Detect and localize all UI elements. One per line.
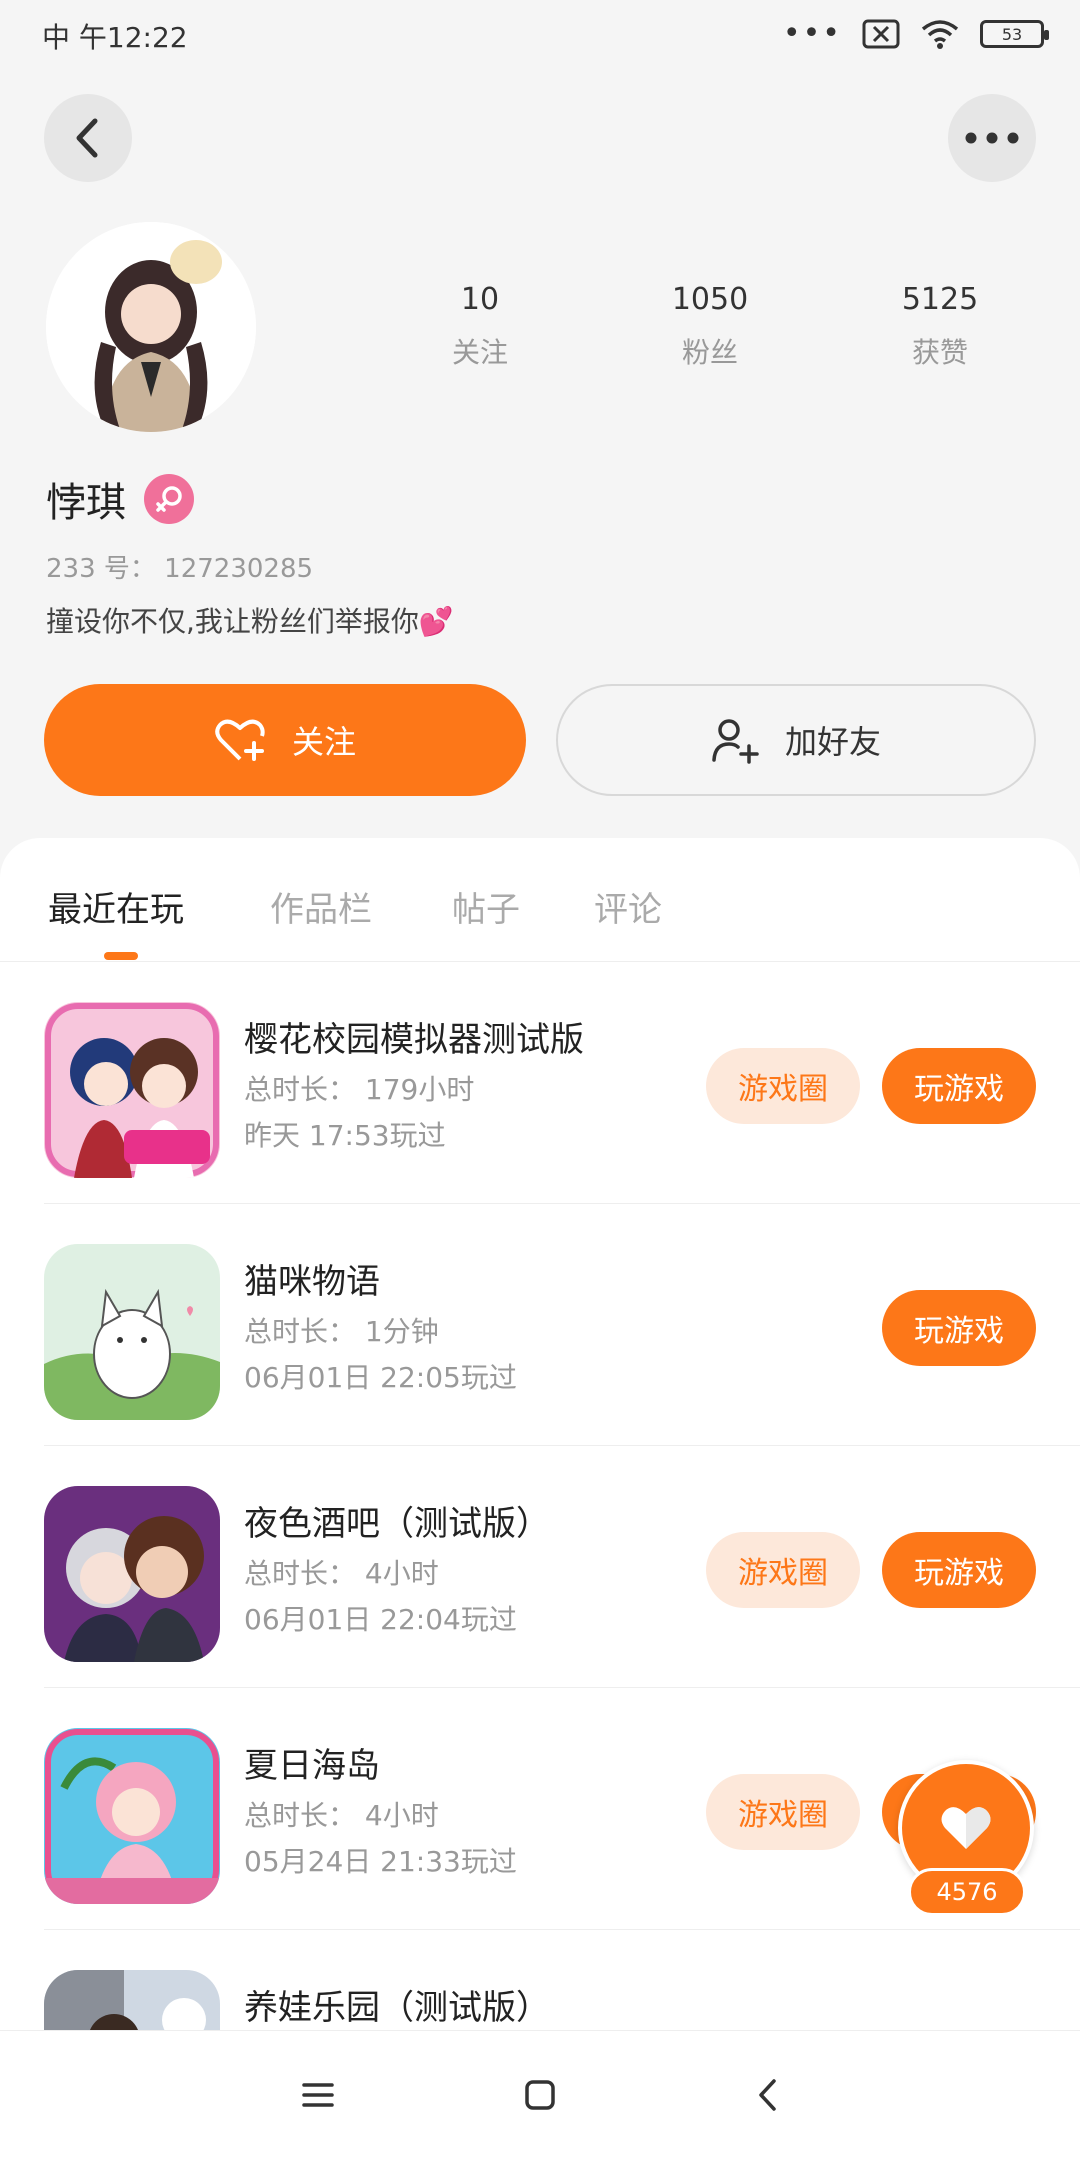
- stat-value: 5125: [901, 282, 979, 317]
- user-id: 233 号： 127230285: [46, 548, 313, 585]
- follow-label: 关注: [291, 723, 356, 761]
- menu-icon: [302, 2083, 334, 2107]
- game-list-item[interactable]: 夜色酒吧（测试版） 总时长： 4小时 06月01日 22:04玩过 游戏圈 玩游…: [0, 1446, 1080, 1688]
- game-title: 夏日海岛: [244, 1746, 380, 1786]
- user-bio: 撞设你不仅,我让粉丝们举报你💕: [46, 605, 454, 638]
- avatar[interactable]: [46, 222, 256, 432]
- play-game-button[interactable]: 玩游戏: [882, 1290, 1036, 1366]
- game-icon: [44, 1728, 220, 1904]
- stat-following[interactable]: 10 关注: [400, 282, 560, 371]
- user-name: 悖琪: [46, 480, 126, 526]
- game-list-item[interactable]: 猫咪物语 总时长： 1分钟 06月01日 22:05玩过 玩游戏: [0, 1204, 1080, 1446]
- game-circle-button[interactable]: 游戏圈: [706, 1774, 860, 1850]
- stat-label: 获赞: [911, 336, 968, 369]
- stat-likes[interactable]: 5125 获赞: [860, 282, 1020, 371]
- avatar-image: [46, 222, 256, 432]
- status-bar: 中 午12:22 ••• 53: [0, 0, 1080, 70]
- battery-icon: 53: [980, 20, 1049, 48]
- game-title: 猫咪物语: [244, 1262, 380, 1302]
- back-button[interactable]: [44, 94, 132, 182]
- name-row: 悖琪: [46, 470, 194, 528]
- game-last-played: 05月24日 21:33玩过: [244, 1845, 517, 1878]
- menu-button[interactable]: [288, 2065, 348, 2125]
- game-title: 樱花校园模拟器测试版: [244, 1020, 584, 1060]
- stat-value: 1050: [671, 282, 749, 317]
- like-count: 4576: [908, 1868, 1026, 1916]
- home-button[interactable]: [510, 2065, 570, 2125]
- game-icon: [44, 1244, 220, 1420]
- stats-row: 10 关注 1050 粉丝 5125 获赞: [400, 282, 1020, 371]
- play-game-button[interactable]: 玩游戏: [882, 1532, 1036, 1608]
- game-duration: 总时长： 4小时: [244, 1799, 439, 1832]
- stat-fans[interactable]: 1050 粉丝: [630, 282, 790, 371]
- battery-level: 53: [1001, 24, 1023, 44]
- uid-label: 233 号：: [46, 554, 156, 584]
- stat-label: 粉丝: [681, 336, 738, 369]
- game-duration: 总时长： 179小时: [244, 1073, 475, 1106]
- game-icon: [44, 1002, 220, 1178]
- game-icon: [44, 1486, 220, 1662]
- game-list-item[interactable]: 樱花校园模拟器测试版 总时长： 179小时 昨天 17:53玩过 游戏圈 玩游戏: [0, 962, 1080, 1204]
- tab-posts[interactable]: 帖子: [452, 882, 520, 931]
- game-title: 养娃乐园（测试版）: [244, 1988, 550, 2028]
- stat-label: 关注: [451, 336, 508, 369]
- status-icons: ••• 53: [782, 16, 1049, 51]
- heart-icon: [941, 1807, 991, 1849]
- back-icon: [76, 118, 98, 158]
- game-circle-button[interactable]: 游戏圈: [706, 1048, 860, 1124]
- more-button[interactable]: [948, 94, 1036, 182]
- heart-plus-icon: [215, 719, 265, 761]
- more-icon: [965, 132, 1019, 144]
- game-duration: 总时长： 4小时: [244, 1557, 439, 1590]
- wifi-icon: [921, 20, 959, 49]
- tab-comments[interactable]: 评论: [594, 882, 662, 931]
- game-title: 夜色酒吧（测试版）: [244, 1504, 550, 1544]
- content-panel: 最近在玩 作品栏 帖子 评论 樱花校园模拟器测试版 总时长： 179小时 昨天 …: [0, 838, 1080, 2160]
- game-last-played: 06月01日 22:04玩过: [244, 1603, 517, 1636]
- uid-value: 127230285: [164, 554, 314, 584]
- game-duration: 总时长： 1分钟: [244, 1315, 439, 1348]
- tab-indicator: [104, 952, 138, 960]
- follow-button[interactable]: 关注: [44, 684, 526, 796]
- nav-back-button[interactable]: [738, 2065, 798, 2125]
- play-game-button[interactable]: 玩游戏: [882, 1048, 1036, 1124]
- add-user-icon: [712, 719, 759, 764]
- notification-dots-icon: •••: [782, 16, 842, 51]
- stat-value: 10: [460, 282, 500, 317]
- tab-works[interactable]: 作品栏: [270, 882, 372, 931]
- sim-off-icon: [862, 19, 900, 49]
- female-icon: [144, 474, 194, 524]
- add-friend-label: 加好友: [784, 723, 881, 761]
- game-last-played: 06月01日 22:05玩过: [244, 1361, 517, 1394]
- game-circle-button[interactable]: 游戏圈: [706, 1532, 860, 1608]
- tab-bar: 最近在玩 作品栏 帖子 评论: [0, 838, 1080, 962]
- tab-recent[interactable]: 最近在玩: [48, 882, 184, 931]
- add-friend-button[interactable]: 加好友: [556, 684, 1036, 796]
- system-nav-bar: [0, 2030, 1080, 2160]
- game-last-played: 昨天 17:53玩过: [244, 1119, 446, 1152]
- status-time: 中 午12:22: [42, 21, 188, 54]
- home-icon: [525, 2080, 555, 2110]
- nav-back-icon: [759, 2079, 776, 2111]
